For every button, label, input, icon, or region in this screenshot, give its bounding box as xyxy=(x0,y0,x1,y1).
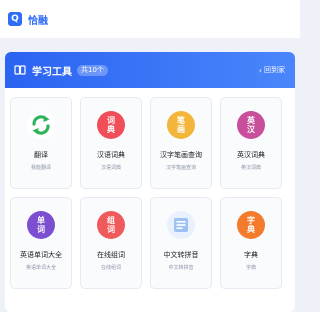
icon-glyph: 组 xyxy=(107,216,115,225)
tool-tile-translate[interactable]: 翻译 我能翻译 xyxy=(10,97,72,189)
dictionary-icon: 词典 xyxy=(97,111,125,139)
refresh-arrows-icon xyxy=(27,111,55,139)
icon-glyph: 笔 xyxy=(177,116,185,125)
icon-glyph: 词 xyxy=(37,225,45,234)
icon-glyph: 典 xyxy=(247,225,255,234)
icon-glyph: 典 xyxy=(107,125,115,134)
tool-tile-english-chinese[interactable]: 英汉 英汉词典 英汉词典 xyxy=(220,97,282,189)
tool-desc: 字典 xyxy=(245,265,256,271)
tool-count-badge: 共10个 xyxy=(77,64,108,76)
icon-glyph: 字 xyxy=(247,216,255,225)
tool-name: 汉语词典 xyxy=(97,151,125,159)
tool-desc: 英汉词典 xyxy=(240,165,261,171)
char-dictionary-icon: 字典 xyxy=(237,211,265,239)
stroke-icon: 笔画 xyxy=(167,111,195,139)
learning-tools-panel: 学习工具 共10个 ‹ 回到家 翻译 我能翻译 词典 汉语词典 汉语词典 笔 画… xyxy=(5,52,295,312)
back-home-label: 回到家 xyxy=(264,66,285,74)
icon-glyph: 画 xyxy=(177,125,185,134)
tool-desc: 在线组词 xyxy=(100,265,121,271)
book-icon xyxy=(14,65,26,75)
word-icon: 单词 xyxy=(27,211,55,239)
tool-tile-char-dictionary[interactable]: 字典 字典 字典 xyxy=(220,197,282,289)
panel-title: 学习工具 xyxy=(32,66,72,78)
icon-glyph: 汉 xyxy=(247,125,255,134)
group-words-icon: 组词 xyxy=(97,211,125,239)
tool-tile-word-grouping[interactable]: 组词 在线组词 在线组词 xyxy=(80,197,142,289)
tool-name: 在线组词 xyxy=(97,251,125,259)
tool-desc: 汉字笔画查询 xyxy=(165,165,196,171)
tool-name: 英汉词典 xyxy=(237,151,265,159)
top-bar: Q 恰融 xyxy=(0,0,300,38)
app-logo-icon[interactable]: Q xyxy=(8,12,22,26)
pinyin-icon xyxy=(167,211,195,239)
tool-desc: 英语单词大全 xyxy=(25,265,56,271)
icon-glyph: 词 xyxy=(107,116,115,125)
tool-tile-stroke-lookup[interactable]: 笔画 汉字笔画查询 汉字笔画查询 xyxy=(150,97,212,189)
tool-tile-pinyin[interactable]: 中文转拼音 中文转拼音 xyxy=(150,197,212,289)
tool-tile-chinese-dictionary[interactable]: 词典 汉语词典 汉语词典 xyxy=(80,97,142,189)
english-chinese-icon: 英汉 xyxy=(237,111,265,139)
chevron-left-icon: ‹ xyxy=(258,65,262,75)
icon-glyph: 英 xyxy=(247,116,255,125)
tool-name: 翻译 xyxy=(34,151,48,159)
icon-glyph: 单 xyxy=(37,216,45,225)
back-home-link[interactable]: ‹ 回到家 xyxy=(259,52,285,88)
tool-desc: 汉语词典 xyxy=(100,165,121,171)
tools-grid: 翻译 我能翻译 词典 汉语词典 汉语词典 笔画 汉字笔画查询 汉字笔画查询 英汉… xyxy=(10,97,282,289)
tool-name: 汉字笔画查询 xyxy=(160,151,202,159)
tool-name: 中文转拼音 xyxy=(163,251,199,259)
tool-desc: 我能翻译 xyxy=(30,165,51,171)
panel-header: 学习工具 共10个 ‹ 回到家 xyxy=(5,52,295,88)
tool-name: 英语单词大全 xyxy=(20,251,62,259)
tool-desc: 中文转拼音 xyxy=(168,265,194,271)
app-name[interactable]: 恰融 xyxy=(28,12,48,27)
tool-name: 字典 xyxy=(244,251,258,259)
icon-glyph: 词 xyxy=(107,225,115,234)
tool-tile-english-words[interactable]: 单词 英语单词大全 英语单词大全 xyxy=(10,197,72,289)
